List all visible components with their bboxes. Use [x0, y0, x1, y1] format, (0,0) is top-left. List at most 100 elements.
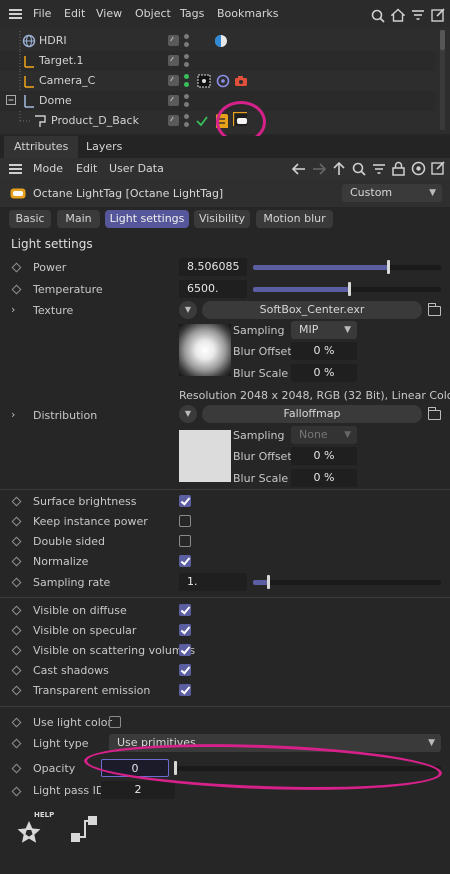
power-field[interactable]: 8.506085	[179, 258, 247, 276]
edit-toggle-icon[interactable]	[168, 115, 179, 126]
temperature-slider-handle[interactable]	[348, 282, 351, 296]
visible-on-diffuse-checkbox[interactable]	[179, 604, 191, 616]
subtab-light-settings[interactable]: Light settings	[105, 210, 189, 228]
distribution-sampling-dropdown[interactable]: None ▼	[291, 426, 357, 444]
menu-tags[interactable]: Tags	[180, 7, 204, 20]
visibility-dots[interactable]	[184, 73, 190, 89]
new-window-icon[interactable]	[431, 161, 445, 175]
new-window-icon[interactable]	[431, 8, 445, 22]
menu-edit[interactable]: Edit	[76, 162, 97, 175]
menu-file[interactable]: File	[33, 7, 51, 20]
texture-file-button[interactable]: SoftBox_Center.exr	[202, 301, 422, 319]
distribution-blur-offset-field[interactable]: 0 %	[291, 447, 357, 465]
octane-camera-tag-icon[interactable]	[216, 74, 230, 88]
keyframe-diamond-icon[interactable]	[11, 556, 22, 567]
filter-icon[interactable]	[372, 163, 386, 176]
keyframe-diamond-icon[interactable]	[11, 625, 22, 636]
object-row-dome[interactable]: Dome	[0, 91, 436, 111]
keyframe-diamond-icon[interactable]	[11, 577, 22, 588]
target-tag-icon[interactable]	[197, 74, 211, 88]
subtab-main[interactable]: Main	[57, 210, 100, 228]
texture-blur-scale-field[interactable]: 0 %	[291, 364, 357, 382]
visibility-dots[interactable]	[184, 113, 190, 129]
collapse-icon[interactable]	[6, 95, 16, 105]
edit-toggle-icon[interactable]	[168, 95, 179, 106]
home-icon[interactable]	[391, 8, 405, 22]
keyframe-diamond-icon[interactable]	[11, 645, 22, 656]
keyframe-diamond-icon[interactable]	[11, 738, 22, 749]
light-pass-id-field[interactable]: 2	[101, 781, 175, 799]
tab-attributes[interactable]: Attributes	[4, 136, 79, 158]
surface-brightness-checkbox[interactable]	[179, 495, 191, 507]
camera-tag-icon[interactable]	[234, 74, 248, 88]
keyframe-diamond-icon[interactable]	[11, 605, 22, 616]
object-manager-scrollbar[interactable]	[440, 30, 445, 130]
menu-object[interactable]: Object	[135, 7, 171, 20]
menu-bookmarks[interactable]: Bookmarks	[217, 7, 278, 20]
keyframe-diamond-icon[interactable]	[11, 685, 22, 696]
object-row-target[interactable]: Target.1	[0, 51, 436, 71]
chevron-right-icon[interactable]: ›	[11, 408, 15, 421]
preset-dropdown[interactable]: Custom ▼	[342, 184, 442, 202]
distribution-menu-button[interactable]: ▼	[179, 405, 197, 423]
menu-user-data[interactable]: User Data	[109, 162, 164, 175]
use-light-color-checkbox[interactable]	[109, 716, 121, 728]
edit-toggle-icon[interactable]	[168, 35, 179, 46]
sampling-rate-field[interactable]: 1.	[179, 573, 247, 591]
subtab-motion-blur[interactable]: Motion blur	[256, 210, 333, 228]
visibility-dots[interactable]	[184, 93, 190, 109]
back-arrow-icon[interactable]	[291, 162, 306, 176]
subtab-basic[interactable]: Basic	[9, 210, 51, 228]
filter-icon[interactable]	[411, 9, 425, 22]
target-icon[interactable]	[411, 161, 426, 176]
search-icon[interactable]	[352, 162, 366, 176]
keyframe-diamond-icon[interactable]	[11, 284, 22, 295]
distribution-blur-scale-field[interactable]: 0 %	[291, 469, 357, 487]
object-row-hdri[interactable]: HDRI	[0, 31, 436, 51]
node-editor-icon[interactable]	[68, 814, 100, 846]
subtab-visibility[interactable]: Visibility	[194, 210, 250, 228]
texture-blur-offset-field[interactable]: 0 %	[291, 342, 357, 360]
menu-mode[interactable]: Mode	[33, 162, 63, 175]
double-sided-checkbox[interactable]	[179, 535, 191, 547]
hamburger-menu-icon[interactable]	[9, 164, 22, 174]
menu-view[interactable]: View	[96, 7, 122, 20]
sampling-rate-slider-handle[interactable]	[267, 575, 270, 589]
normalize-checkbox[interactable]	[179, 555, 191, 567]
lock-icon[interactable]	[392, 161, 405, 176]
keep-instance-power-checkbox[interactable]	[179, 515, 191, 527]
hamburger-menu-icon[interactable]	[9, 9, 22, 19]
visibility-dots[interactable]	[184, 53, 190, 69]
power-slider-handle[interactable]	[387, 260, 390, 274]
keyframe-diamond-icon[interactable]	[11, 536, 22, 547]
menu-edit[interactable]: Edit	[64, 7, 85, 20]
visible-on-specular-checkbox[interactable]	[179, 624, 191, 636]
texture-sampling-dropdown[interactable]: MIP ▼	[291, 321, 357, 339]
up-arrow-icon[interactable]	[332, 161, 346, 176]
search-icon[interactable]	[371, 9, 385, 23]
forward-arrow-icon[interactable]	[312, 162, 327, 176]
chevron-right-icon[interactable]: ›	[11, 303, 15, 316]
edit-toggle-icon[interactable]	[168, 75, 179, 86]
transparent-emission-checkbox[interactable]	[179, 684, 191, 696]
cast-shadows-checkbox[interactable]	[179, 664, 191, 676]
keyframe-diamond-icon[interactable]	[11, 763, 22, 774]
keyframe-diamond-icon[interactable]	[11, 262, 22, 273]
folder-icon[interactable]	[428, 303, 441, 316]
keyframe-diamond-icon[interactable]	[11, 717, 22, 728]
visibility-dots[interactable]	[184, 33, 190, 49]
temperature-field[interactable]: 6500.	[179, 280, 247, 298]
distribution-file-button[interactable]: Falloffmap	[202, 405, 422, 423]
keyframe-diamond-icon[interactable]	[11, 496, 22, 507]
keyframe-diamond-icon[interactable]	[11, 786, 22, 797]
object-row-camera[interactable]: Camera_C	[0, 71, 436, 91]
enabled-check-icon[interactable]	[195, 114, 209, 128]
visible-on-scattering-volumes-checkbox[interactable]	[179, 644, 191, 656]
tab-layers[interactable]: Layers	[76, 136, 132, 158]
keyframe-diamond-icon[interactable]	[11, 665, 22, 676]
keyframe-diamond-icon[interactable]	[11, 516, 22, 527]
sampling-rate-slider-track[interactable]	[253, 580, 441, 585]
folder-icon[interactable]	[428, 407, 441, 420]
edit-toggle-icon[interactable]	[168, 55, 179, 66]
texture-menu-button[interactable]: ▼	[179, 301, 197, 319]
